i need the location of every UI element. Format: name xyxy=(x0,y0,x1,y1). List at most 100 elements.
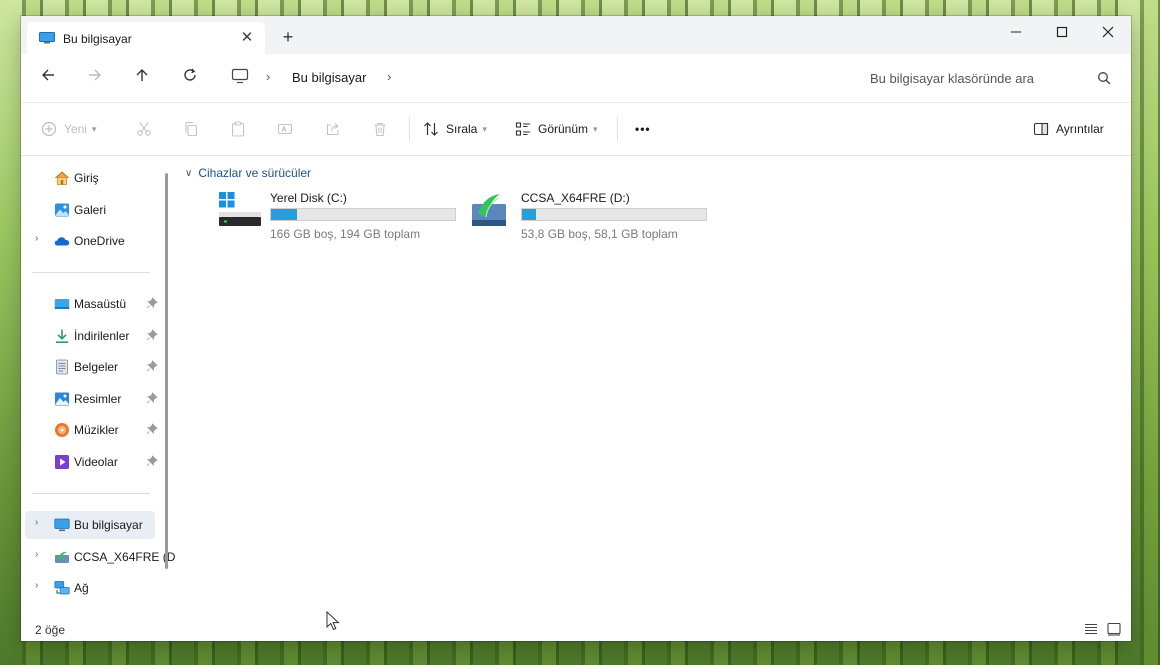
sidebar-item-downloads[interactable]: İndirilenler xyxy=(25,322,158,350)
paste-button[interactable] xyxy=(230,117,253,141)
drive-item-c[interactable]: Yerel Disk (C:) 166 GB boş, 194 GB topla… xyxy=(217,190,467,241)
cut-button[interactable] xyxy=(136,117,159,141)
sidebar-item-network[interactable]: › Ağ xyxy=(25,574,155,602)
view-layout-icon xyxy=(515,122,530,136)
desktop-folder-icon xyxy=(54,299,70,309)
back-button[interactable] xyxy=(35,66,61,90)
computer-icon[interactable] xyxy=(231,68,249,84)
sidebar-item-dvd-drive[interactable]: › CCSA_X64FRE (D xyxy=(25,543,175,571)
pin-icon[interactable] xyxy=(146,455,158,467)
dvd-drive-icon xyxy=(472,194,506,226)
sidebar-item-label: Galeri xyxy=(74,203,107,217)
drive-space-info: 166 GB boş, 194 GB toplam xyxy=(270,227,421,241)
sidebar-item-label: Belgeler xyxy=(74,360,119,374)
rename-icon xyxy=(277,123,293,135)
drive-item-d[interactable]: CCSA_X64FRE (D:) 53,8 GB boş, 58,1 GB to… xyxy=(468,190,718,241)
chevron-right-icon[interactable]: › xyxy=(35,233,38,244)
sidebar-item-onedrive[interactable]: › OneDrive xyxy=(25,227,155,255)
sidebar-item-gallery[interactable]: Galeri xyxy=(25,196,155,224)
search-icon xyxy=(1098,72,1111,85)
computer-icon xyxy=(54,518,70,532)
sidebar-item-videos[interactable]: Videolar xyxy=(25,448,158,476)
drive-usage-bar xyxy=(521,208,707,221)
sidebar-item-home[interactable]: Giriş xyxy=(25,164,155,192)
breadcrumb-separator[interactable]: › xyxy=(266,69,270,84)
cloud-icon xyxy=(54,237,70,246)
rename-button[interactable] xyxy=(277,117,300,141)
share-button[interactable] xyxy=(325,117,348,141)
home-icon xyxy=(55,171,69,185)
new-button[interactable]: Yeni ▾ xyxy=(41,117,96,141)
document-icon xyxy=(56,359,68,375)
sidebar-divider xyxy=(32,493,150,494)
breadcrumb-location[interactable]: Bu bilgisayar xyxy=(292,70,366,85)
pin-icon[interactable] xyxy=(146,297,158,309)
view-label: Görünüm xyxy=(538,122,589,136)
pin-icon[interactable] xyxy=(146,360,158,372)
copy-icon xyxy=(185,121,198,137)
minimize-button[interactable] xyxy=(993,18,1039,48)
windows-drive-icon xyxy=(219,192,261,226)
tiles-view-icon[interactable] xyxy=(1106,621,1122,637)
details-pane-button[interactable]: Ayrıntılar xyxy=(1033,117,1104,141)
maximize-button[interactable] xyxy=(1039,18,1085,48)
refresh-button[interactable] xyxy=(177,66,203,90)
music-icon xyxy=(55,423,69,437)
search-placeholder: Bu bilgisayar klasöründe ara xyxy=(870,71,1035,86)
drive-usage-fill xyxy=(271,209,298,220)
sidebar-scrollbar[interactable] xyxy=(165,173,168,569)
search-input[interactable]: Bu bilgisayar klasöründe ara xyxy=(853,60,1121,96)
pin-icon[interactable] xyxy=(146,423,158,435)
gallery-icon xyxy=(55,203,69,217)
sort-button[interactable]: Sırala ▾ xyxy=(423,117,487,141)
chevron-right-icon[interactable]: › xyxy=(35,580,38,591)
title-bar: Bu bilgisayar ✕ + xyxy=(21,16,1131,54)
sidebar-item-label: OneDrive xyxy=(74,234,125,248)
chevron-right-icon[interactable]: › xyxy=(35,549,38,560)
close-icon xyxy=(1102,26,1114,38)
sidebar-item-pictures[interactable]: Resimler xyxy=(25,385,158,413)
group-header-devices[interactable]: ∨ Cihazlar ve sürücüler xyxy=(185,166,311,180)
maximize-icon xyxy=(1056,26,1068,38)
delete-button[interactable] xyxy=(372,117,395,141)
sidebar-item-desktop[interactable]: Masaüstü xyxy=(25,290,158,318)
network-icon xyxy=(54,581,70,595)
sidebar-item-label: Resimler xyxy=(74,392,122,406)
sort-label: Sırala xyxy=(446,122,478,136)
copy-button[interactable] xyxy=(183,117,206,141)
plus-circle-icon xyxy=(41,121,57,137)
forward-button[interactable] xyxy=(82,66,108,90)
sidebar-item-documents[interactable]: Belgeler xyxy=(25,353,158,381)
video-icon xyxy=(55,455,69,469)
sidebar-item-label: Müzikler xyxy=(74,423,119,437)
trash-icon xyxy=(374,122,386,137)
chevron-down-icon: ∨ xyxy=(185,167,193,179)
pin-icon[interactable] xyxy=(146,392,158,404)
close-window-button[interactable] xyxy=(1085,18,1131,48)
new-tab-button[interactable]: + xyxy=(277,26,299,48)
up-button[interactable] xyxy=(129,66,155,90)
breadcrumb-separator[interactable]: › xyxy=(387,69,391,84)
sidebar-item-label: Ağ xyxy=(74,581,89,595)
pin-icon[interactable] xyxy=(146,329,158,341)
details-view-icon[interactable] xyxy=(1083,621,1099,637)
item-count: 2 öğe xyxy=(35,623,66,637)
drive-name: Yerel Disk (C:) xyxy=(270,191,347,205)
drive-space-info: 53,8 GB boş, 58,1 GB toplam xyxy=(521,227,678,241)
tab-bu-bilgisayar[interactable]: Bu bilgisayar ✕ xyxy=(27,22,265,54)
toolbar-divider xyxy=(409,117,410,141)
sidebar-item-this-pc[interactable]: › Bu bilgisayar xyxy=(25,511,155,539)
chevron-right-icon[interactable]: › xyxy=(35,517,38,528)
tab-title: Bu bilgisayar xyxy=(63,32,132,46)
sidebar-item-label: Giriş xyxy=(74,171,99,185)
pictures-icon xyxy=(55,392,69,406)
chevron-down-icon: ▾ xyxy=(482,123,487,134)
arrow-left-icon xyxy=(42,69,54,81)
close-tab-button[interactable]: ✕ xyxy=(237,28,257,48)
refresh-icon xyxy=(184,68,196,81)
sidebar-item-label: Bu bilgisayar xyxy=(74,518,143,532)
sidebar-item-music[interactable]: Müzikler xyxy=(25,416,158,444)
scissors-icon xyxy=(137,122,151,136)
more-options-button[interactable]: ••• xyxy=(635,117,651,141)
view-button[interactable]: Görünüm ▾ xyxy=(515,117,598,141)
